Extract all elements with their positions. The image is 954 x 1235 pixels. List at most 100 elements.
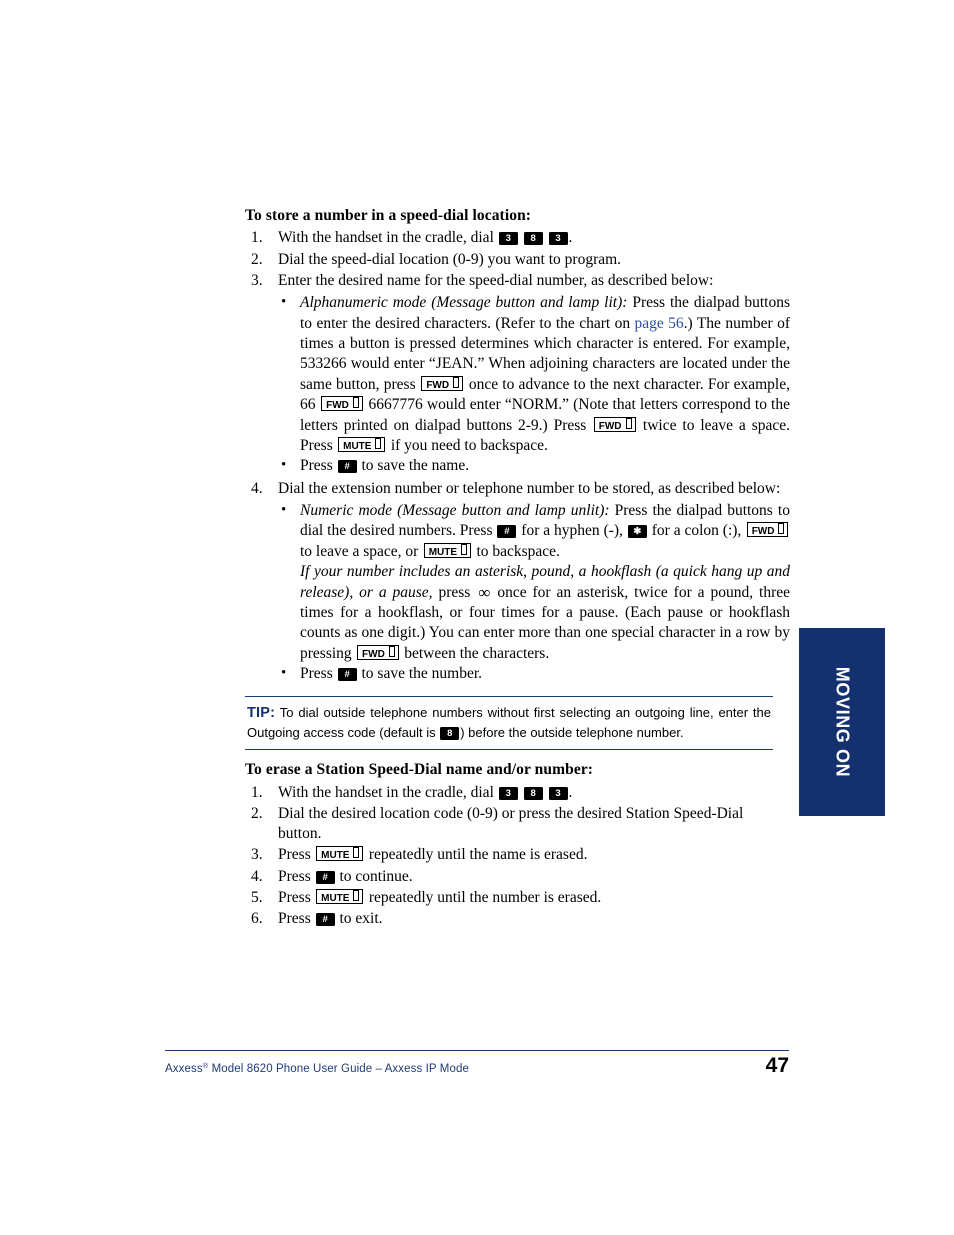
step-number: 2. <box>251 250 263 268</box>
page-number: 47 <box>765 1054 789 1077</box>
lamp-indicator-icon <box>375 437 382 449</box>
num-text-2: for a hyphen (-), <box>517 522 627 540</box>
step-text: Dial the speed-dial location (0-9) you w… <box>278 250 622 268</box>
spcl-text-1: press <box>432 583 477 601</box>
fwd-button-icon: FWD <box>421 375 464 391</box>
special-character-paragraph: If your number includes an asterisk, pou… <box>300 562 790 664</box>
fwd-button-label: FWD <box>326 400 349 412</box>
bullet-item-numeric-mode: • Numeric mode (Message button and lamp u… <box>278 501 790 664</box>
dialpad-key-pound-icon: # <box>497 525 517 539</box>
footer-title-rest: Model 8620 Phone User Guide – Axxess IP … <box>208 1063 469 1075</box>
num-text-4: to leave a space, or <box>300 542 423 560</box>
step-item: 6. Press # to exit. <box>245 909 790 929</box>
step-number: 5. <box>251 888 263 906</box>
step-text-before: With the handset in the cradle, dial <box>278 229 498 247</box>
tip-callout-box: TIP: To dial outside telephone numbers w… <box>245 696 773 751</box>
save-name-after: to save the name. <box>357 457 470 475</box>
chapter-side-tab-label: MOVING ON <box>832 666 853 778</box>
mute-button-label: MUTE <box>428 546 458 558</box>
dialpad-key-3-icon: 3 <box>498 786 518 800</box>
step-item: 2. Dial the speed-dial location (0-9) yo… <box>245 250 790 270</box>
step-number: 1. <box>251 783 263 801</box>
page-footer: Axxess® Model 8620 Phone User Guide – Ax… <box>165 1050 789 1078</box>
footer-guide-title: Axxess® Model 8620 Phone User Guide – Ax… <box>165 1061 469 1075</box>
mute-button-label: MUTE <box>321 850 350 862</box>
footer-brand: Axxess <box>165 1063 203 1075</box>
dialpad-key-pound-icon: # <box>337 668 357 682</box>
step-text-before: With the handset in the cradle, dial <box>278 783 498 801</box>
dialpad-key-8-icon: 8 <box>523 786 543 800</box>
dialpad-key-asterisk-icon: ✱ <box>627 525 647 539</box>
dialpad-key-3-icon: 3 <box>548 786 568 800</box>
bullet-item-alphanumeric-mode: • Alphanumeric mode (Message button and l… <box>278 293 790 456</box>
fwd-button-icon: FWD <box>593 416 636 432</box>
step-number: 3. <box>251 846 263 864</box>
save-number-before: Press <box>300 665 337 683</box>
bullet-dot-icon: • <box>281 665 287 682</box>
fwd-button-icon: FWD <box>746 522 789 538</box>
document-page: To store a number in a speed-dial locati… <box>0 0 954 1235</box>
tip-label: TIP: <box>247 705 276 722</box>
lamp-indicator-icon <box>778 523 785 535</box>
dialpad-key-8-icon: 8 <box>523 232 543 246</box>
step-text-after: . <box>568 783 573 801</box>
step-item: 3. Press MUTE repeatedly until the name … <box>245 845 790 865</box>
dialpad-key-3-icon: 3 <box>498 232 518 246</box>
step-item: 3. Enter the desired name for the speed-… <box>245 271 790 477</box>
step-text: With the handset in the cradle, dial 3 8… <box>278 784 572 801</box>
page-56-link[interactable]: page 56 <box>635 315 684 332</box>
save-number-after: to save the number. <box>357 665 483 683</box>
lamp-indicator-icon <box>461 543 468 555</box>
numeric-mode-label: Numeric mode (Message button and lamp un… <box>300 502 610 520</box>
num-text-5: to backspace. <box>472 542 560 560</box>
fwd-button-label: FWD <box>751 526 775 538</box>
page-content: To store a number in a speed-dial locati… <box>245 206 790 931</box>
step-text: Dial the extension number or telephone n… <box>278 479 781 497</box>
mute-button-icon: MUTE <box>423 542 472 558</box>
lamp-indicator-icon <box>388 645 395 657</box>
step-text: Press # to exit. <box>278 910 383 927</box>
bullet-dot-icon: • <box>281 502 287 519</box>
lamp-indicator-icon <box>352 397 359 409</box>
step-number: 6. <box>251 910 263 928</box>
mute-button-icon: MUTE <box>316 888 364 904</box>
step-text-before: Press <box>278 846 315 864</box>
step-text-after: to continue. <box>335 867 413 885</box>
bullet-dot-icon: • <box>281 457 287 474</box>
step-text: Press MUTE repeatedly until the number i… <box>278 888 602 906</box>
step-number: 2. <box>251 804 263 822</box>
mute-button-label: MUTE <box>321 892 350 904</box>
dialpad-key-8-icon: 8 <box>440 727 460 741</box>
erase-speed-dial-steps: 1. With the handset in the cradle, dial … <box>245 783 790 930</box>
dialpad-key-pound-icon: # <box>315 913 335 927</box>
step-text-before: Press <box>278 910 315 928</box>
step-item: 4. Dial the extension number or telephon… <box>245 479 790 685</box>
step-text-after: to exit. <box>335 910 383 928</box>
fwd-button-label: FWD <box>362 648 385 660</box>
step-item: 2. Dial the desired location code (0-9) … <box>245 804 790 845</box>
fwd-button-icon: FWD <box>357 644 399 660</box>
fwd-button-icon: FWD <box>321 396 363 412</box>
fwd-button-label: FWD <box>598 420 622 432</box>
step-text-before: Press <box>278 867 315 885</box>
step-number: 1. <box>251 229 263 247</box>
store-number-steps: 1. With the handset in the cradle, dial … <box>245 228 790 684</box>
step-text-before: Press <box>278 888 315 906</box>
num-text-3: for a colon (:), <box>647 522 746 540</box>
step-text: With the handset in the cradle, dial 3 8… <box>278 229 572 246</box>
chapter-side-tab: MOVING ON <box>799 628 885 816</box>
lamp-indicator-icon <box>353 847 360 859</box>
step-text: Press # to continue. <box>278 868 413 885</box>
dialpad-key-pound-icon: # <box>337 460 357 474</box>
step-number: 4. <box>251 479 263 497</box>
lamp-indicator-icon <box>353 889 360 901</box>
numeric-mode-bullets: • Numeric mode (Message button and lamp u… <box>278 501 790 684</box>
step-text-after: . <box>568 229 573 247</box>
save-name-before: Press <box>300 457 337 475</box>
spcl-text-3: between the characters. <box>400 644 550 662</box>
step-text-after: repeatedly until the number is erased. <box>364 888 602 906</box>
step-item: 5. Press MUTE repeatedly until the numbe… <box>245 888 790 908</box>
special-key-icon: ∞ <box>478 582 490 602</box>
section-heading-store-number: To store a number in a speed-dial locati… <box>245 207 532 224</box>
fwd-button-label: FWD <box>426 379 450 391</box>
